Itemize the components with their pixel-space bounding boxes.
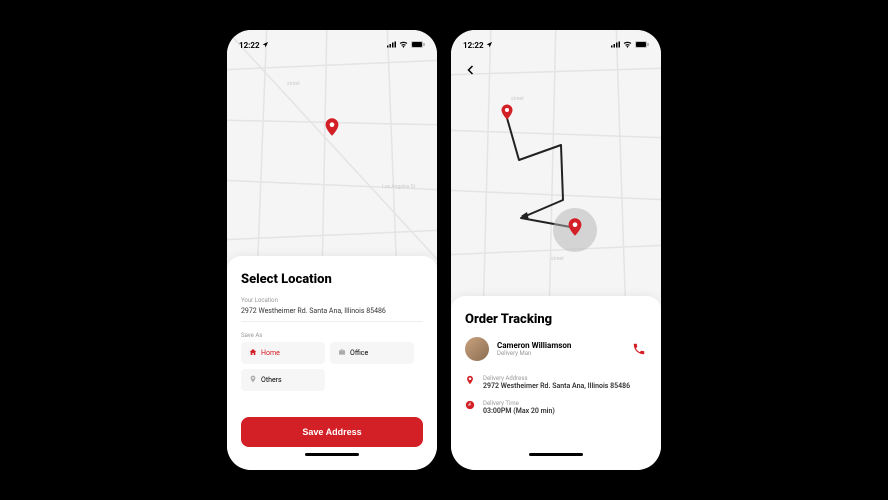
chevron-left-icon: [465, 64, 477, 76]
address-value: 2972 Westheimer Rd. Santa Ana, Illinois …: [483, 382, 630, 390]
home-indicator: [529, 453, 583, 456]
sheet-title: Order Tracking: [465, 312, 647, 327]
phone-icon: [632, 342, 646, 356]
signal-icon: [387, 41, 396, 50]
chip-office[interactable]: Office: [330, 342, 414, 364]
svg-text:street: street: [551, 256, 564, 262]
map[interactable]: street Los Angeles St: [227, 30, 437, 270]
status-time: 12:22: [463, 41, 484, 50]
location-label: Your Location: [241, 297, 423, 304]
delivery-address-row: Delivery Address 2972 Westheimer Rd. San…: [465, 375, 647, 390]
chip-label: Home: [261, 349, 280, 357]
chip-label: Others: [261, 376, 282, 384]
destination-pin-icon[interactable]: [568, 218, 582, 232]
delivery-time-row: Delivery Time 03:00PM (Max 20 min): [465, 400, 647, 415]
pin-icon: [249, 375, 257, 385]
sheet-title: Select Location: [241, 272, 423, 287]
time-value: 03:00PM (Max 20 min): [483, 407, 555, 415]
saveas-label: Save As: [241, 332, 423, 339]
driver-row: Cameron Williamson Delivery Man: [465, 337, 647, 361]
briefcase-icon: [338, 348, 346, 358]
chip-group: Home Office Others: [241, 342, 423, 391]
location-value[interactable]: 2972 Westheimer Rd. Santa Ana, Illinois …: [241, 307, 423, 322]
home-indicator: [305, 453, 359, 456]
bottom-sheet: Order Tracking Cameron Williamson Delive…: [451, 296, 661, 470]
time-label: Delivery Time: [483, 400, 555, 407]
chip-home[interactable]: Home: [241, 342, 325, 364]
svg-text:Los Angeles St: Los Angeles St: [382, 184, 416, 190]
clock-icon: [465, 400, 477, 412]
origin-pin-icon[interactable]: [501, 104, 515, 118]
phone-select-location: 12:22: [227, 30, 437, 470]
wifi-icon: [623, 41, 632, 50]
address-label: Delivery Address: [483, 375, 630, 382]
location-pin-icon[interactable]: [325, 118, 339, 132]
wifi-icon: [399, 41, 408, 50]
pin-icon: [465, 375, 477, 387]
call-button[interactable]: [631, 341, 647, 357]
status-time: 12:22: [239, 41, 260, 50]
map[interactable]: street street: [451, 30, 661, 310]
chip-others[interactable]: Others: [241, 369, 325, 391]
save-address-button[interactable]: Save Address: [241, 417, 423, 447]
location-arrow-icon: [486, 41, 493, 50]
avatar[interactable]: [465, 337, 489, 361]
battery-icon: [411, 41, 425, 50]
map-roads: street street: [451, 30, 661, 310]
chip-label: Office: [350, 349, 368, 357]
status-bar: 12:22: [227, 34, 437, 56]
svg-text:street: street: [511, 96, 524, 102]
driver-role: Delivery Man: [497, 350, 623, 357]
bottom-sheet: Select Location Your Location 2972 Westh…: [227, 256, 437, 470]
phone-order-tracking: 12:22: [451, 30, 661, 470]
svg-text:street: street: [287, 81, 300, 87]
back-button[interactable]: [461, 60, 481, 80]
signal-icon: [611, 41, 620, 50]
status-bar: 12:22: [451, 34, 661, 56]
map-roads: street Los Angeles St: [227, 30, 437, 270]
battery-icon: [635, 41, 649, 50]
driver-name: Cameron Williamson: [497, 341, 623, 350]
home-icon: [249, 348, 257, 358]
location-arrow-icon: [262, 41, 269, 50]
